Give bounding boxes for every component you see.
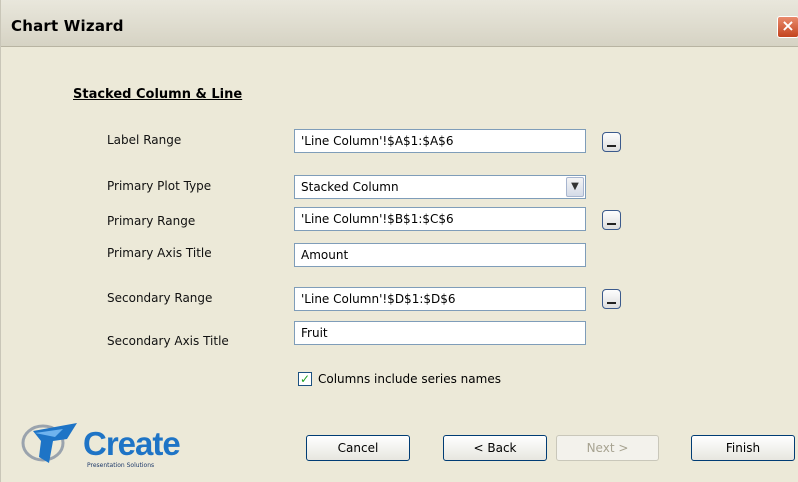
chart-wizard-dialog: Chart Wizard × Stacked Column & Line Lab… [0,0,798,482]
label-range-input[interactable]: 'Line Column'!$A$1:$A$6 [294,129,586,153]
primary-axis-title-label: Primary Axis Title [107,246,212,260]
label-range-picker-button[interactable] [602,132,621,152]
close-button[interactable]: × [777,16,798,38]
back-button[interactable]: < Back [443,435,547,461]
create-logo: Create Presentation Solutions [19,417,199,477]
title-bar[interactable]: Chart Wizard × [1,0,798,47]
series-names-label: Columns include series names [318,372,501,386]
next-button[interactable]: Next > [556,435,659,461]
primary-axis-title-input[interactable]: Amount [294,243,586,267]
logo-wordmark: Create [83,425,181,462]
series-names-checkbox[interactable]: ✓ [298,372,312,386]
label-range-label: Label Range [107,133,182,147]
dialog-title: Chart Wizard [11,17,124,35]
logo-swoosh-icon [21,423,77,463]
logo-tagline: Presentation Solutions [87,462,155,469]
section-title: Stacked Column & Line [73,87,243,102]
primary-plot-type-label: Primary Plot Type [107,179,212,193]
primary-plot-type-value: Stacked Column [301,180,399,194]
secondary-axis-title-input[interactable]: Fruit [294,321,586,345]
primary-range-input[interactable]: 'Line Column'!$B$1:$C$6 [294,207,586,231]
wizard-body: Stacked Column & Line Label Range 'Line … [1,47,798,482]
finish-button[interactable]: Finish [691,435,795,461]
secondary-range-label: Secondary Range [107,291,213,305]
secondary-range-picker-button[interactable] [602,289,621,309]
primary-range-label: Primary Range [107,214,196,228]
primary-range-picker-button[interactable] [602,210,621,230]
cancel-button[interactable]: Cancel [306,435,410,461]
chevron-down-icon[interactable]: ▼ [566,177,584,197]
primary-plot-type-select[interactable]: Stacked Column ▼ [294,175,586,199]
secondary-axis-title-label: Secondary Axis Title [107,334,229,348]
secondary-range-input[interactable]: 'Line Column'!$D$1:$D$6 [294,287,586,311]
